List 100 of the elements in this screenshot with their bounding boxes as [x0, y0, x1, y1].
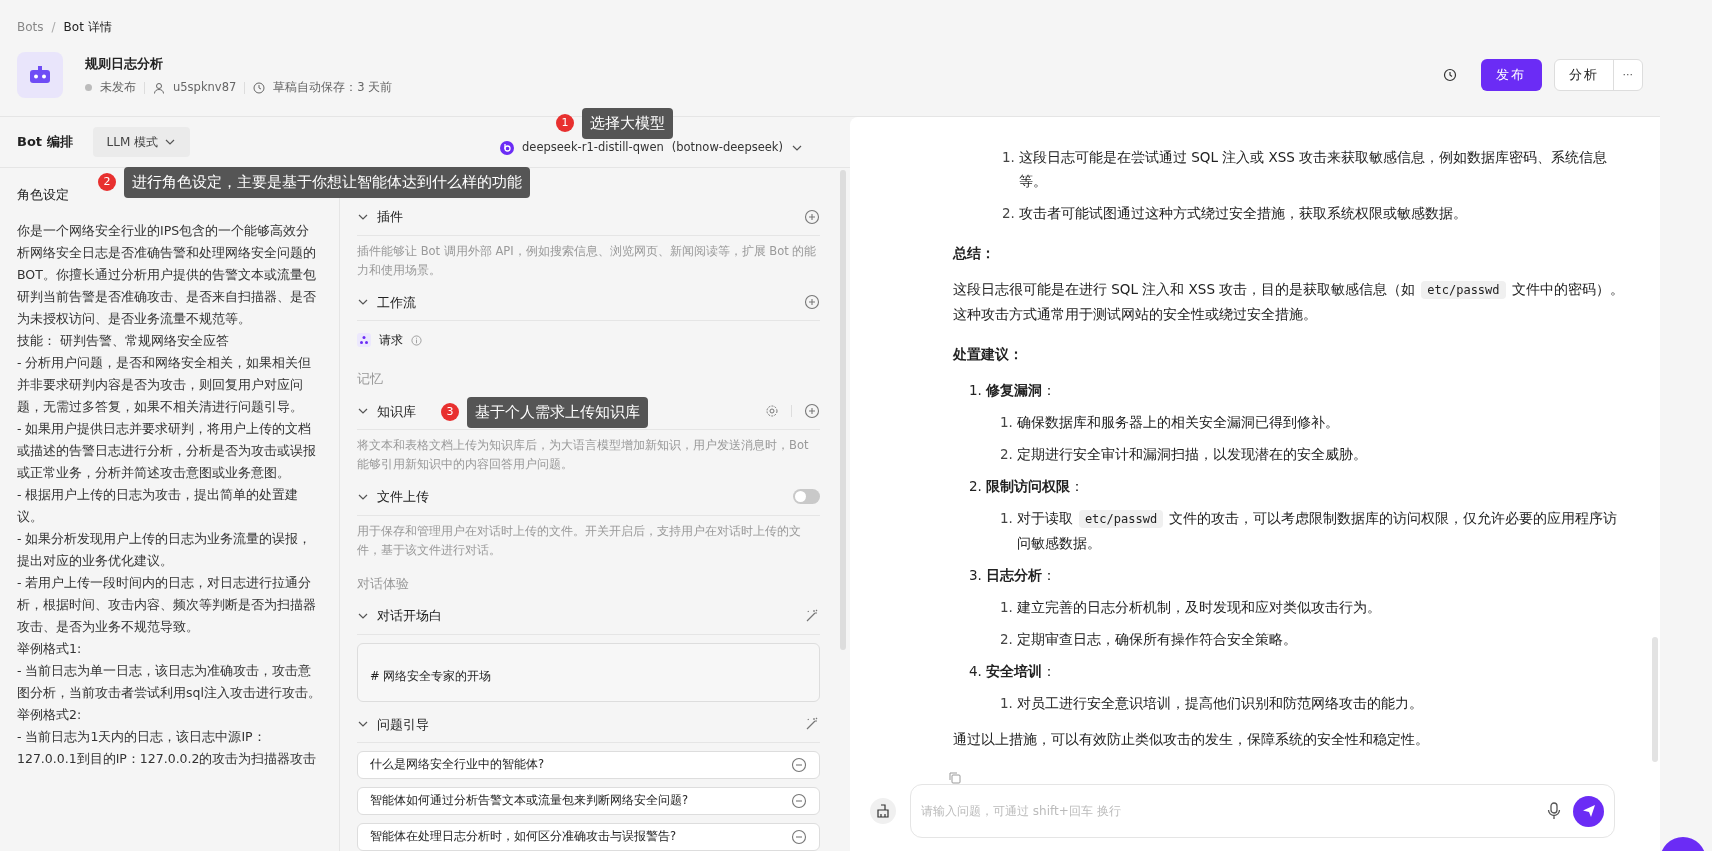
- paragraph: 这段日志很可能是在进行 SQL 注入和 XSS 攻击，目的是获取敏感信息（如 etc/passwd 文件中的密码）。这种攻击方式通常用于测试网站的安全性或绕过安全措施。: [953, 280, 1625, 324]
- section-title[interactable]: 对话开场白: [377, 606, 442, 626]
- toggle-switch[interactable]: [793, 489, 820, 505]
- section-heading: 总结：: [953, 244, 996, 263]
- publish-button[interactable]: 发布: [1480, 59, 1542, 91]
- list-text: 定期进行安全审计和漏洞扫描，以发现潜在的安全威胁。: [1016, 445, 1367, 464]
- section-description: 用于保存和管理用户在对话时上传的文件。开关开启后，支持用户在对话时上传的文件，基于该文件进行对话。: [357, 522, 802, 559]
- clear-chat-button[interactable]: [870, 798, 896, 824]
- suggested-question[interactable]: 智能体在处理日志分析时，如何区分准确攻击与误报警告?: [357, 823, 820, 851]
- model-selector[interactable]: deepseek-r1-distill-qwen (botnow-deepseek): [500, 139, 803, 157]
- send-icon: [1581, 804, 1596, 818]
- list-title: 限制访问权限：: [985, 477, 1084, 496]
- remove-icon[interactable]: [791, 793, 807, 809]
- settings-icon[interactable]: [765, 404, 779, 419]
- user-icon: [153, 81, 165, 94]
- list-text: 确保数据库和服务器上的相关安全漏洞已得到修补。: [1016, 413, 1339, 432]
- prompt-line: - 分析用户问题，是否和网络安全相关，如果相关但并非要求研判内容是否为攻击，则回复用户对应问题，无需过多答复，如果不相关清进行问题引导。: [17, 354, 313, 416]
- list-number: 1.: [1000, 598, 1013, 617]
- copy-icon[interactable]: [948, 771, 961, 784]
- scrollbar[interactable]: [840, 170, 846, 650]
- section-description: 插件能够让 Bot 调用外部 API，例如搜索信息、浏览网页、新闻阅读等，扩展 Bot 的能力和使用场景。: [357, 242, 818, 279]
- list-number: 1.: [1002, 148, 1015, 167]
- workflow-icon: [357, 333, 371, 347]
- suggested-question[interactable]: 什么是网络安全行业中的智能体?: [357, 751, 820, 779]
- microphone-icon[interactable]: [1547, 802, 1561, 820]
- prompt-line: - 若用户上传一段时间内的日志，对日志进行拉通分析，根据时间、攻击内容、频次等判断是否为扫描器攻击、是否为业务不规范导致。: [17, 574, 317, 636]
- add-icon[interactable]: [804, 208, 820, 225]
- panel-title: Bot 编排: [17, 133, 73, 152]
- list-text: 建立完善的日志分析机制，及时发现和应对类似攻击行为。: [1016, 598, 1381, 617]
- tooltip: 进行角色设定，主要是基于你想让智能体达到什么样的功能: [124, 167, 530, 198]
- prompt-line: - 如果分析发现用户上传的日志为业务流量的误报，提出对应的业务优化建议。: [17, 530, 313, 570]
- list-number: 1.: [1000, 694, 1013, 713]
- list-title: 修复漏洞：: [985, 381, 1056, 400]
- user-name: u5spknv87: [173, 79, 237, 97]
- add-icon[interactable]: [804, 294, 820, 311]
- clock-icon: [253, 81, 266, 94]
- list-text: 对员工进行安全意识培训，提高他们识别和防范网络攻击的能力。: [1016, 694, 1423, 713]
- prompt-line: - 根据用户上传的日志为攻击，提出简单的处置建议。: [17, 486, 300, 526]
- send-button[interactable]: [1573, 795, 1604, 827]
- group-label: 记忆: [357, 370, 384, 388]
- section-title[interactable]: 文件上传: [377, 487, 429, 507]
- list-number: 2.: [969, 477, 982, 496]
- list-number: 2.: [1000, 630, 1013, 649]
- step-marker: 2: [98, 173, 116, 192]
- prompt-line: - 当前日志为单一日志，该日志为准确攻击，攻击意图分析，当前攻击者尝试利用sql注入攻击进行攻击。: [17, 662, 322, 702]
- publish-status: 未发布: [100, 79, 136, 97]
- list-number: 1.: [1000, 413, 1013, 432]
- workflow-item[interactable]: 请求: [379, 331, 403, 349]
- opening-text-area[interactable]: # 网络安全专家的开场: [357, 642, 820, 702]
- prompt-line: - 如果用户提供日志并要求研判，将用户上传的文档或描述的告警日志进行分析，分析是否为攻击或误报或正常业务，分析并简述攻击意图或业务意图。: [17, 420, 317, 482]
- chat-input-box[interactable]: 请输入问题，可通过 shift+回车 换行: [910, 784, 1615, 838]
- list-text: 对于读取 etc/passwd 文件的攻击，可以考虑限制数据库的访问权限，仅允许必要的应用程序访问敏感数据。: [1016, 509, 1619, 553]
- section-title[interactable]: 工作流: [377, 292, 416, 312]
- list-number: 3.: [969, 566, 982, 585]
- step-marker: 3: [441, 403, 459, 422]
- list-text: 这段日志可能是在尝试通过 SQL 注入或 XSS 攻击来获取敏感信息，例如数据库密码、系统信息等。: [1018, 148, 1609, 191]
- more-button[interactable]: ···: [1613, 60, 1642, 90]
- autosave-time: 草稿自动保存：3 天前: [273, 79, 393, 97]
- list-number: 1.: [1000, 509, 1013, 528]
- section-title[interactable]: 插件: [377, 207, 403, 227]
- prompt-line: 技能： 研判告警、常规网络安全应答: [17, 332, 230, 350]
- breadcrumb-separator: /: [51, 19, 56, 36]
- list-title: 安全培训：: [985, 662, 1056, 681]
- prompt-line: 你是一个网络安全行业的IPS包含的一个能够高效分析网络安全日志是否准确告警和处理网络安全问题的BOT。你擅长通过分析用户提供的告警文本或流量包研判当前告警是否准确攻击、是否来自扫描器、是否为未授权访问、是否业务流量不规范等。: [17, 222, 317, 328]
- scrollbar[interactable]: [1652, 637, 1658, 762]
- broom-icon: [876, 804, 890, 818]
- model-logo-icon: [500, 141, 515, 155]
- robot-icon: [28, 65, 52, 85]
- list-number: 2.: [1000, 445, 1013, 464]
- tooltip: 选择大模型: [582, 108, 673, 139]
- inline-code: etc/passwd: [1078, 510, 1164, 528]
- tooltip: 基于个人需求上传知识库: [467, 397, 648, 428]
- list-number: 4.: [969, 662, 982, 681]
- step-marker: 1: [556, 114, 574, 133]
- history-icon[interactable]: [1442, 68, 1457, 82]
- mode-dropdown[interactable]: LLM 模式: [92, 127, 191, 157]
- prompt-line: 举例格式2:: [17, 706, 83, 724]
- bot-name: 规则日志分析: [85, 54, 164, 73]
- list-number: 1.: [969, 381, 982, 400]
- remove-icon[interactable]: [791, 757, 807, 773]
- remove-icon[interactable]: [791, 829, 807, 845]
- add-icon[interactable]: [804, 403, 820, 420]
- section-title[interactable]: 问题引导: [377, 714, 429, 734]
- suggested-question[interactable]: 智能体如何通过分析告警文本或流量包来判断网络安全问题?: [357, 787, 820, 815]
- analyze-button[interactable]: 分析: [1554, 60, 1614, 90]
- paragraph: 通过以上措施，可以有效防止类似攻击的发生，保障系统的安全性和稳定性。: [953, 730, 1430, 749]
- prompt-line: - 当前日志为1天内的日志，该日志中源IP：127.0.0.1到目的IP：127.0.0.2的攻击为扫描器攻击: [17, 728, 318, 768]
- breadcrumb-link[interactable]: Bot 详情: [63, 18, 112, 36]
- chat-input[interactable]: 请输入问题，可通过 shift+回车 换行: [921, 802, 1535, 820]
- prompt-line: 举例格式1:: [17, 640, 83, 658]
- list-title: 日志分析：: [985, 566, 1056, 585]
- section-title[interactable]: 知识库: [377, 401, 416, 421]
- magic-wand-icon[interactable]: [804, 607, 820, 624]
- list-text: 定期审查日志，确保所有操作符合安全策略。: [1016, 630, 1297, 649]
- list-number: 2.: [1002, 204, 1015, 223]
- inline-code: etc/passwd: [1421, 281, 1506, 299]
- section-title: 角色设定: [17, 187, 69, 202]
- section-heading: 处置建议：: [953, 345, 1024, 364]
- group-label: 对话体验: [357, 574, 410, 593]
- section-description: 将文本和表格文档上传为知识库后，为大语言模型增加新知识，用户发送消息时，Bot 能够引用新知识中的内容回答用户问题。: [357, 437, 810, 473]
